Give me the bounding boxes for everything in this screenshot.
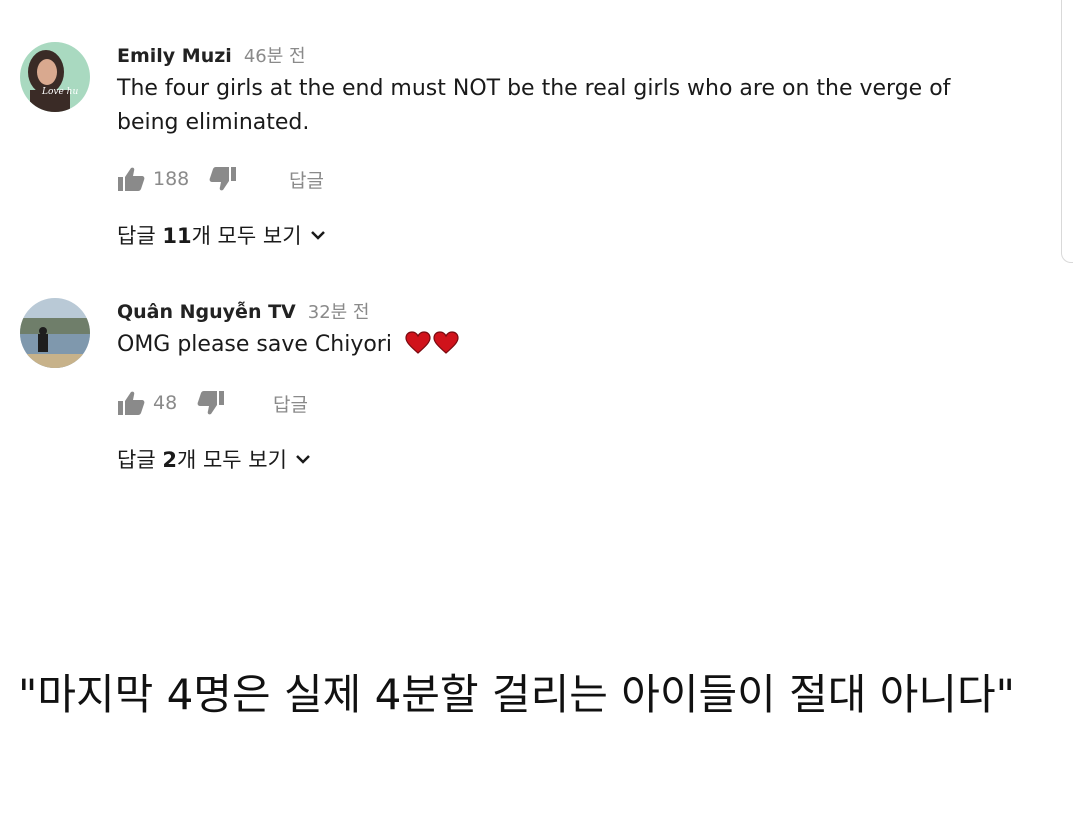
like-count: 48 [153,392,178,414]
chevron-down-icon [296,455,310,464]
view-replies-prefix: 답글 [117,224,163,248]
comment-author[interactable]: Emily Muzi [117,45,232,67]
avatar-text: Love hu [41,87,78,97]
heart-icon [433,331,459,354]
thumb-up-icon[interactable] [117,166,145,192]
like-count: 188 [153,168,190,190]
reply-button[interactable]: 답글 [273,390,308,417]
reply-count: 11 [162,224,192,248]
caption-text: "마지막 4명은 실제 4분할 걸리는 아이들이 절대 아니다" [18,670,1015,719]
view-replies-suffix: 개 모두 보기 [191,224,302,248]
view-replies-suffix: 개 모두 보기 [176,448,287,472]
reply-button[interactable]: 답글 [289,166,324,193]
comment-text-row: OMG please save Chiyori [117,328,997,362]
comment-time[interactable]: 46분 전 [244,42,306,68]
chevron-down-icon [310,231,325,240]
view-replies-button[interactable]: 답글 2개 모두 보기 [117,444,311,474]
thumb-down-icon[interactable] [209,166,237,192]
avatar[interactable] [20,298,90,368]
view-replies-button[interactable]: 답글 11개 모두 보기 [117,220,326,250]
avatar[interactable]: Love hu [20,42,90,112]
thumb-down-icon[interactable] [197,390,225,416]
comment-text: OMG please save Chiyori [117,332,392,357]
thumb-up-icon[interactable] [117,390,145,416]
heart-icon [405,331,431,354]
comment-text: The four girls at the end must NOT be th… [117,76,951,135]
reply-count: 2 [162,448,177,472]
view-replies-prefix: 답글 [117,448,163,472]
comment-author[interactable]: Quân Nguyễn TV [117,301,296,323]
side-panel-edge [1061,0,1073,263]
comment-time[interactable]: 32분 전 [308,298,370,324]
